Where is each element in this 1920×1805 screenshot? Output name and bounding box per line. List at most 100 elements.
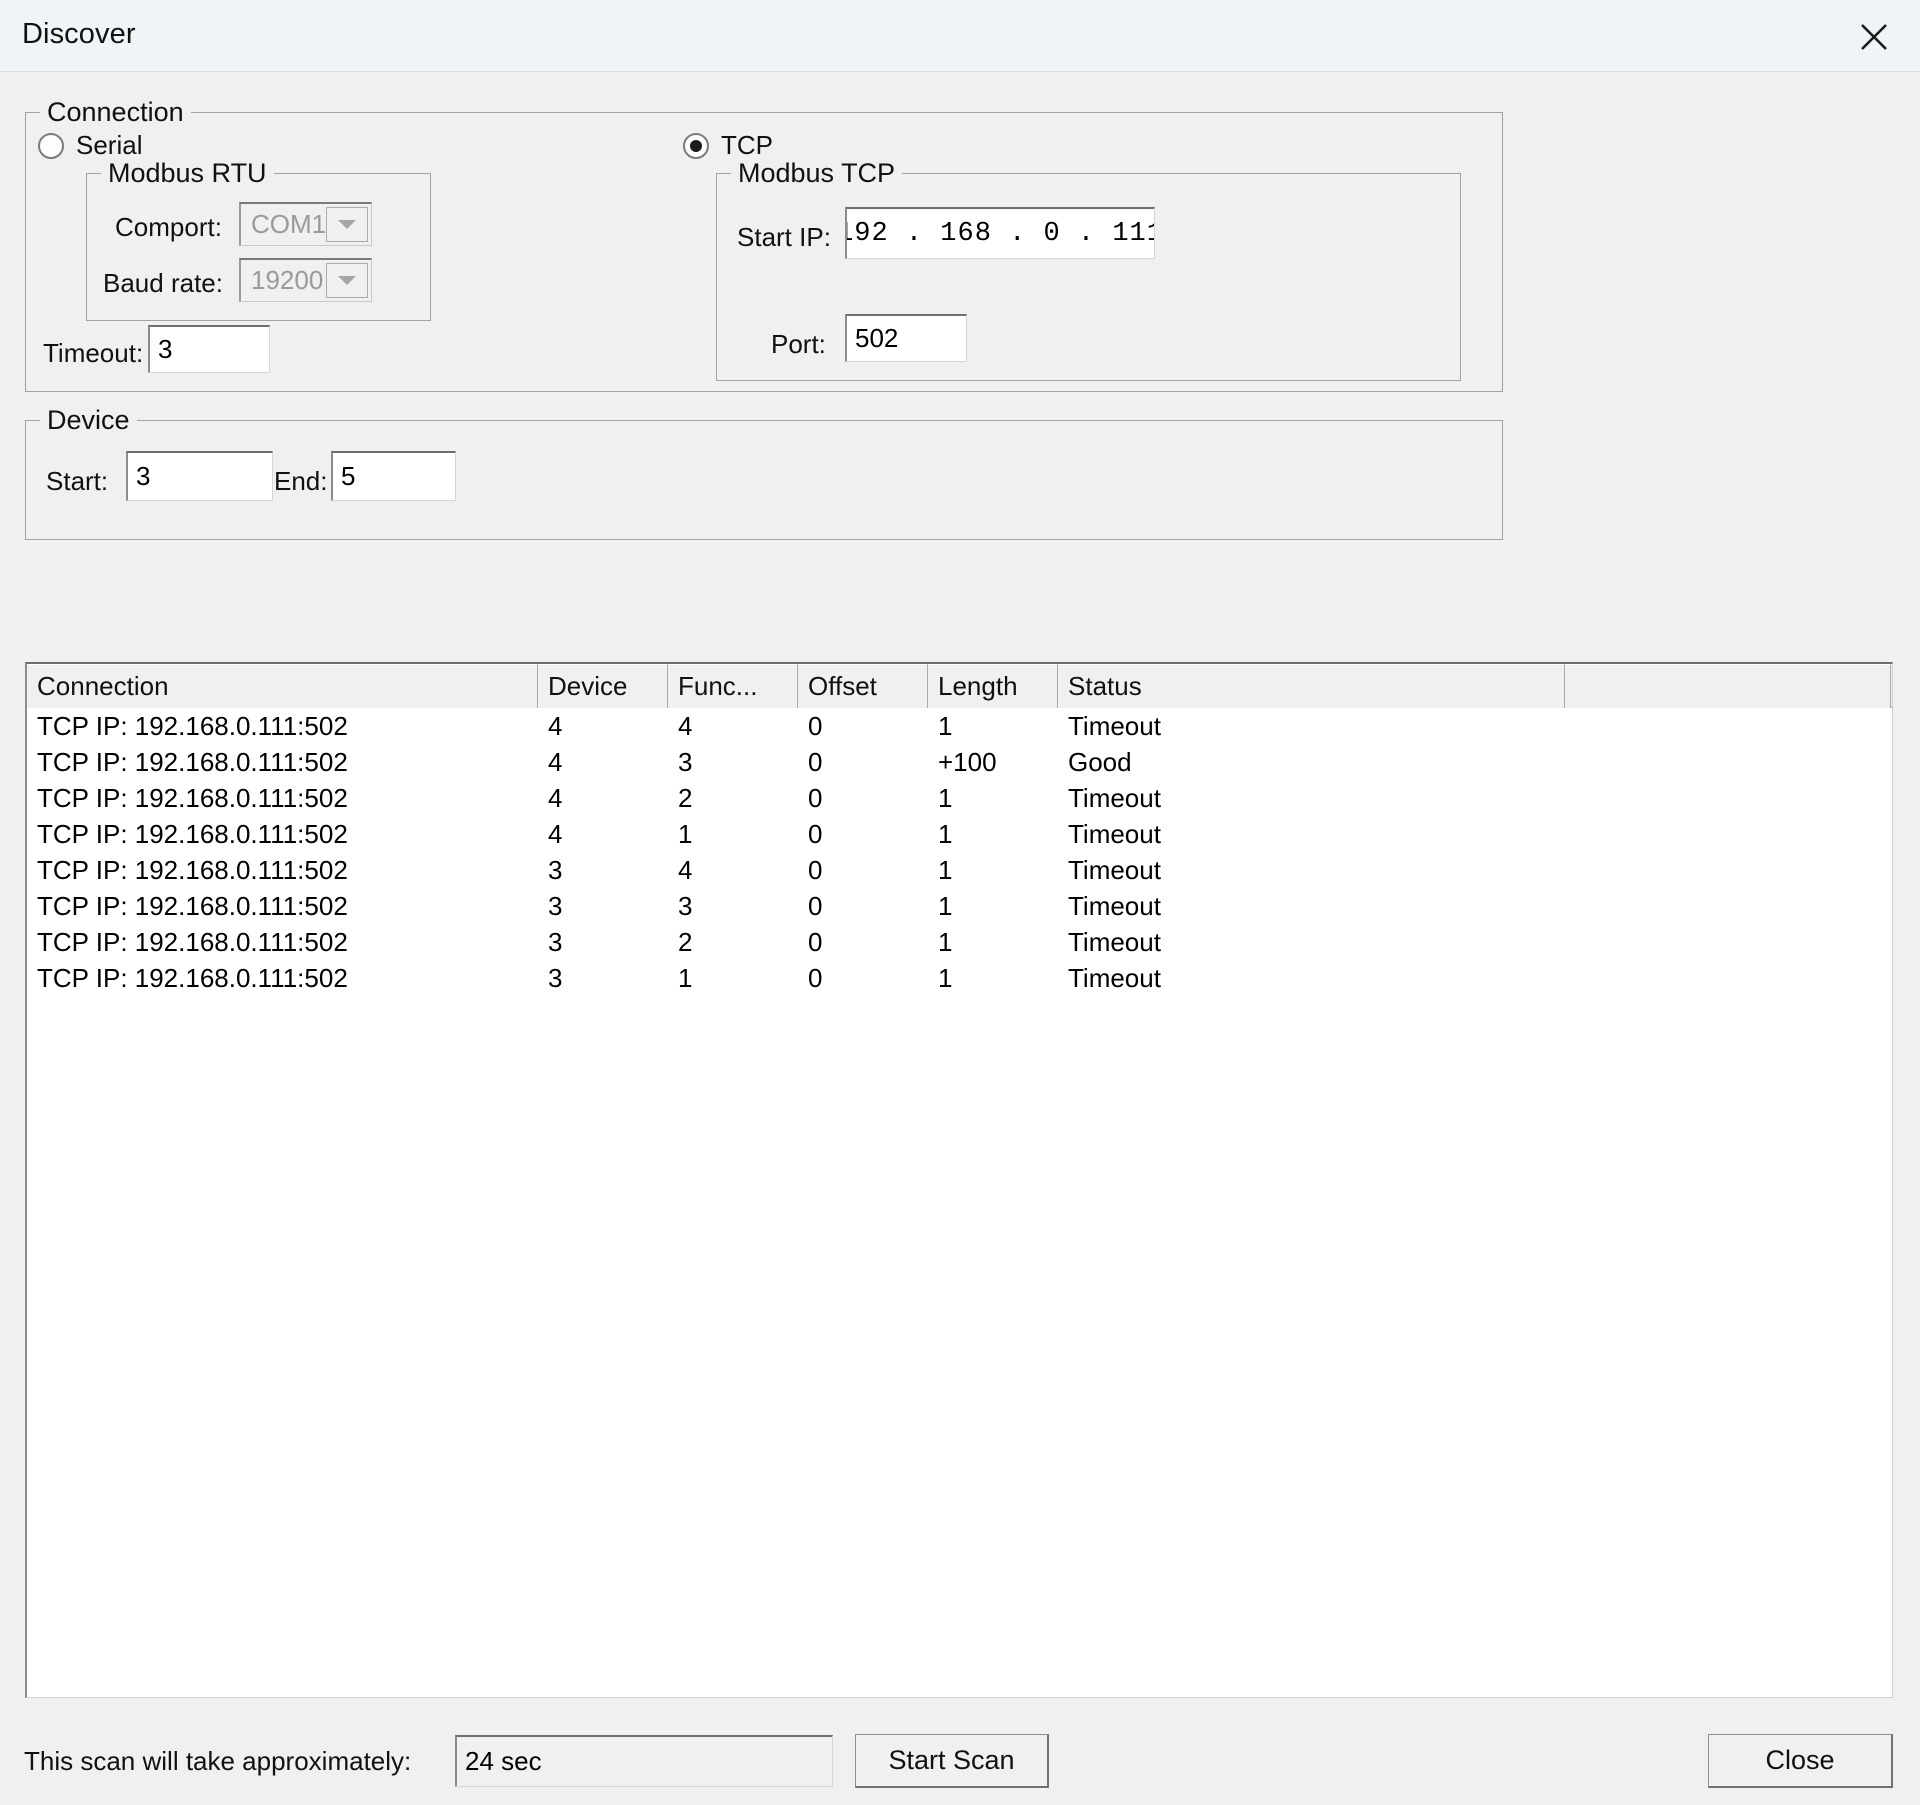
table-row[interactable]: TCP IP: 192.168.0.111:502 3 1 0 1 Timeout [27, 960, 1892, 996]
cell-length: 1 [938, 926, 953, 957]
cell-status: Timeout [1068, 890, 1161, 921]
table-row[interactable]: TCP IP: 192.168.0.111:502 4 3 0 +100 Good [27, 744, 1892, 780]
device-start-input[interactable]: 3 [126, 451, 273, 501]
cell-status: Timeout [1068, 782, 1161, 813]
cell-connection: TCP IP: 192.168.0.111:502 [37, 962, 348, 993]
cell-func: 1 [678, 818, 693, 849]
cell-func: 4 [678, 710, 693, 741]
serial-radio-label: Serial [76, 130, 143, 160]
cell-connection: TCP IP: 192.168.0.111:502 [37, 746, 348, 777]
cell-offset: 0 [808, 890, 823, 921]
table-row[interactable]: TCP IP: 192.168.0.111:502 3 2 0 1 Timeout [27, 924, 1892, 960]
table-row[interactable]: TCP IP: 192.168.0.111:502 3 4 0 1 Timeout [27, 852, 1892, 888]
cell-offset: 0 [808, 818, 823, 849]
device-end-input[interactable]: 5 [331, 451, 456, 501]
title-bar: Discover [0, 0, 1920, 72]
chevron-down-icon[interactable] [326, 263, 368, 298]
column-header-status[interactable]: Status [1058, 664, 1565, 708]
cell-device: 4 [548, 782, 563, 813]
serial-radio[interactable] [38, 133, 64, 159]
cell-device: 4 [548, 818, 563, 849]
port-input[interactable]: 502 [845, 314, 967, 362]
cell-device: 4 [548, 710, 563, 741]
table-row[interactable]: TCP IP: 192.168.0.111:502 4 2 0 1 Timeout [27, 780, 1892, 816]
cell-func: 2 [678, 926, 693, 957]
modbus-tcp-group: Modbus TCP Start IP: 192 . 168 . 0 . 111… [716, 157, 1461, 381]
cell-status: Timeout [1068, 710, 1161, 741]
cell-offset: 0 [808, 962, 823, 993]
scan-estimate-value: 24 sec [455, 1735, 833, 1787]
cell-connection: TCP IP: 192.168.0.111:502 [37, 782, 348, 813]
port-label: Port: [771, 329, 826, 359]
close-button[interactable]: Close [1708, 1734, 1893, 1788]
timeout-input[interactable]: 3 [148, 325, 270, 373]
cell-offset: 0 [808, 710, 823, 741]
comport-label: Comport: [115, 212, 222, 242]
timeout-label: Timeout: [43, 338, 144, 368]
tcp-radio-label: TCP [721, 130, 773, 160]
column-header-func[interactable]: Func... [668, 664, 798, 708]
cell-connection: TCP IP: 192.168.0.111:502 [37, 818, 348, 849]
cell-length: 1 [938, 818, 953, 849]
modbus-tcp-legend: Modbus TCP [731, 157, 903, 189]
cell-status: Timeout [1068, 926, 1161, 957]
cell-func: 3 [678, 746, 693, 777]
baudrate-label: Baud rate: [103, 268, 223, 298]
start-scan-button[interactable]: Start Scan [855, 1734, 1049, 1788]
cell-func: 1 [678, 962, 693, 993]
cell-device: 3 [548, 926, 563, 957]
column-header-offset[interactable]: Offset [798, 664, 928, 708]
modbus-rtu-group: Modbus RTU Comport: COM1 Baud rate: 1920… [86, 157, 431, 321]
cell-offset: 0 [808, 782, 823, 813]
table-row[interactable]: TCP IP: 192.168.0.111:502 4 1 0 1 Timeout [27, 816, 1892, 852]
cell-length: 1 [938, 890, 953, 921]
cell-connection: TCP IP: 192.168.0.111:502 [37, 854, 348, 885]
window-title: Discover [22, 18, 136, 50]
device-group-legend: Device [40, 404, 137, 436]
comport-select[interactable]: COM1 [239, 202, 372, 246]
cell-length: 1 [938, 854, 953, 885]
close-icon[interactable] [1846, 10, 1902, 62]
results-list-header: Connection Device Func... Offset Length Statu… [27, 664, 1892, 708]
results-list[interactable]: Connection Device Func... Offset Length Statu… [25, 662, 1893, 1698]
start-ip-label: Start IP: [737, 222, 831, 252]
start-ip-input[interactable]: 192 . 168 . 0 . 111 [845, 207, 1155, 259]
cell-connection: TCP IP: 192.168.0.111:502 [37, 890, 348, 921]
cell-device: 3 [548, 890, 563, 921]
table-row[interactable]: TCP IP: 192.168.0.111:502 4 4 0 1 Timeout [27, 708, 1892, 744]
cell-func: 3 [678, 890, 693, 921]
cell-offset: 0 [808, 854, 823, 885]
cell-device: 3 [548, 854, 563, 885]
cell-status: Timeout [1068, 854, 1161, 885]
column-header-device[interactable]: Device [538, 664, 668, 708]
cell-length: 1 [938, 962, 953, 993]
device-group: Device Start: 3 End: 5 [25, 404, 1503, 540]
baudrate-select[interactable]: 19200 [239, 258, 372, 302]
cell-connection: TCP IP: 192.168.0.111:502 [37, 926, 348, 957]
scan-estimate-label: This scan will take approximately: [24, 1746, 412, 1776]
connection-group: Connection Serial TCP Modbus RTU Comport… [25, 96, 1503, 392]
cell-offset: 0 [808, 746, 823, 777]
cell-device: 4 [548, 746, 563, 777]
cell-func: 2 [678, 782, 693, 813]
cell-device: 3 [548, 962, 563, 993]
baudrate-value: 19200 [251, 265, 324, 295]
cell-status: Timeout [1068, 818, 1161, 849]
table-row[interactable]: TCP IP: 192.168.0.111:502 3 3 0 1 Timeout [27, 888, 1892, 924]
device-end-label: End: [274, 466, 328, 496]
column-header-blank[interactable] [1565, 664, 1891, 708]
cell-length: 1 [938, 782, 953, 813]
column-header-length[interactable]: Length [928, 664, 1058, 708]
discover-dialog: Discover Connection Serial TCP Modbus RT… [0, 0, 1920, 1805]
cell-connection: TCP IP: 192.168.0.111:502 [37, 710, 348, 741]
results-list-body: TCP IP: 192.168.0.111:502 4 4 0 1 Timeout TCP … [27, 708, 1892, 996]
chevron-down-icon[interactable] [326, 207, 368, 242]
cell-status: Timeout [1068, 962, 1161, 993]
cell-func: 4 [678, 854, 693, 885]
comport-value: COM1 [251, 209, 326, 239]
connection-group-legend: Connection [40, 96, 191, 128]
column-header-connection[interactable]: Connection [27, 664, 538, 708]
modbus-rtu-legend: Modbus RTU [101, 157, 274, 189]
cell-offset: 0 [808, 926, 823, 957]
tcp-radio[interactable] [683, 133, 709, 159]
